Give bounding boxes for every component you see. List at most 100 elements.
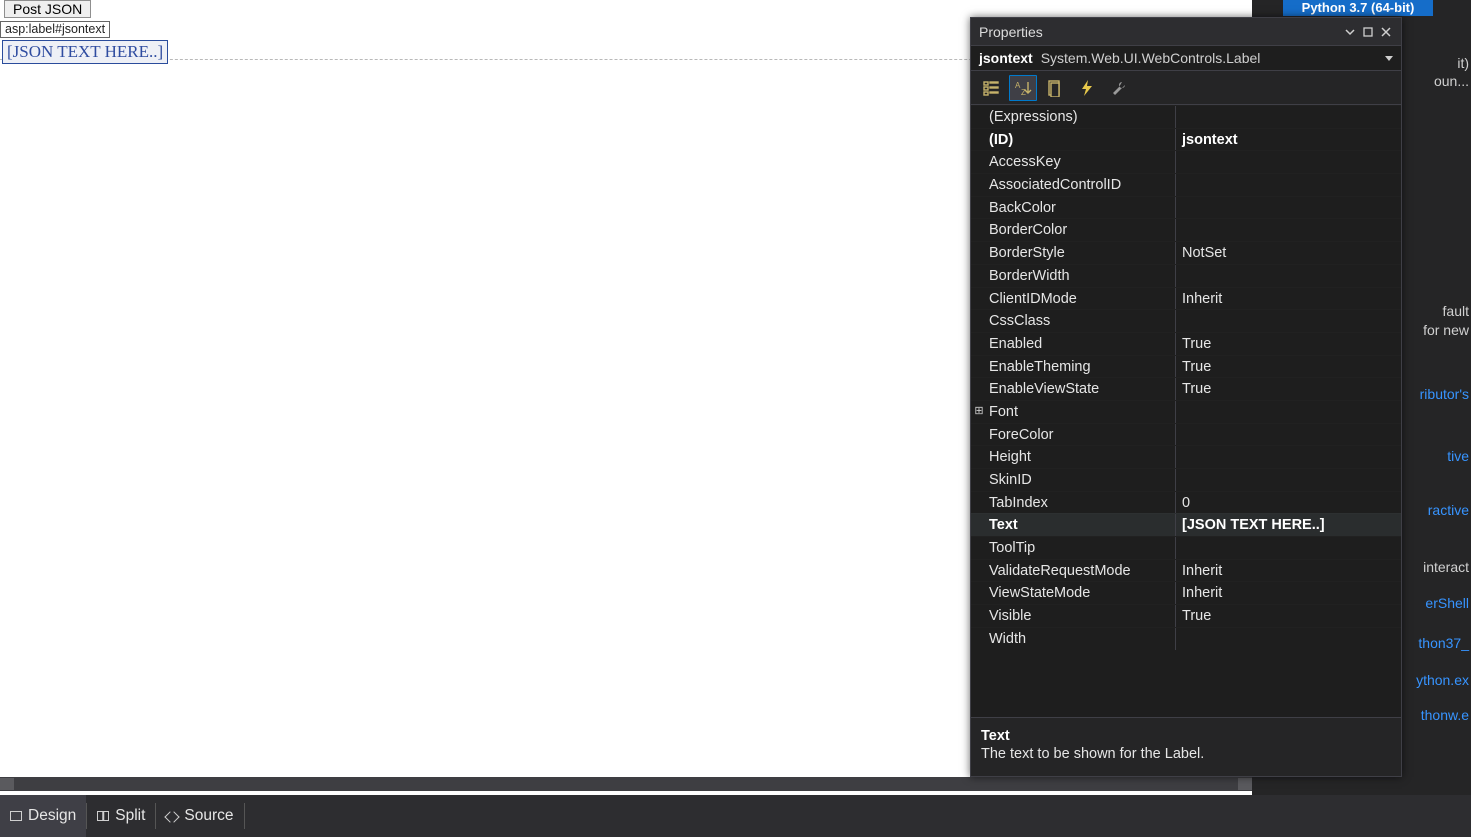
tab-design[interactable]: Design xyxy=(0,795,86,837)
events-icon[interactable] xyxy=(1073,75,1101,101)
scroll-left-button[interactable] xyxy=(0,778,14,790)
horizontal-scrollbar[interactable] xyxy=(0,777,1252,791)
property-row[interactable]: VisibleTrue xyxy=(971,604,1401,627)
tab-split[interactable]: Split xyxy=(87,795,155,837)
property-row[interactable]: ToolTip xyxy=(971,536,1401,559)
property-row[interactable]: ValidateRequestModeInherit xyxy=(971,559,1401,582)
property-grid[interactable]: (Expressions)(ID)jsontextAccessKeyAssoci… xyxy=(971,105,1401,717)
property-value[interactable] xyxy=(1175,424,1401,446)
expander-icon xyxy=(971,129,987,151)
property-row[interactable]: EnableViewStateTrue xyxy=(971,377,1401,400)
property-value[interactable] xyxy=(1175,446,1401,468)
post-json-button[interactable]: Post JSON xyxy=(4,0,91,18)
window-options-icon[interactable] xyxy=(1341,23,1359,41)
wrench-icon[interactable] xyxy=(1105,75,1133,101)
maximize-icon[interactable] xyxy=(1359,23,1377,41)
control-tag-chip[interactable]: asp:label#jsontext xyxy=(0,21,110,38)
property-row[interactable]: BorderWidth xyxy=(971,264,1401,287)
bg-text: for new xyxy=(1423,322,1469,338)
expander-icon xyxy=(971,537,987,559)
alphabetical-icon[interactable]: AZ xyxy=(1009,75,1037,101)
bg-text-link: thonw.e xyxy=(1421,707,1469,723)
property-value[interactable] xyxy=(1175,265,1401,287)
property-row[interactable]: ForeColor xyxy=(971,423,1401,446)
property-row[interactable]: (ID)jsontext xyxy=(971,128,1401,151)
bg-text-link: ython.ex xyxy=(1416,672,1469,688)
property-pages-icon[interactable] xyxy=(1041,75,1069,101)
bg-text-link: ributor's xyxy=(1420,386,1469,402)
property-value[interactable]: jsontext xyxy=(1175,129,1401,151)
property-row[interactable]: BorderStyleNotSet xyxy=(971,241,1401,264)
expander-icon xyxy=(971,242,987,264)
properties-titlebar[interactable]: Properties xyxy=(971,18,1401,45)
property-value[interactable]: [JSON TEXT HERE..] xyxy=(1175,514,1401,536)
tab-source-label: Source xyxy=(184,807,233,825)
chevron-down-icon[interactable] xyxy=(1385,56,1393,61)
property-value[interactable] xyxy=(1175,537,1401,559)
help-property-name: Text xyxy=(981,728,1391,744)
property-value[interactable] xyxy=(1175,151,1401,173)
expander-icon xyxy=(971,106,987,128)
tab-split-label: Split xyxy=(115,807,145,825)
property-row[interactable]: Width xyxy=(971,627,1401,650)
property-value[interactable] xyxy=(1175,401,1401,423)
property-row[interactable]: BackColor xyxy=(971,196,1401,219)
svg-text:Z: Z xyxy=(1021,88,1026,97)
expander-icon xyxy=(971,514,987,536)
property-row[interactable]: EnabledTrue xyxy=(971,332,1401,355)
property-value[interactable]: Inherit xyxy=(1175,560,1401,582)
property-value[interactable] xyxy=(1175,174,1401,196)
property-row[interactable]: Text[JSON TEXT HERE..] xyxy=(971,513,1401,536)
property-value[interactable]: True xyxy=(1175,356,1401,378)
expander-icon xyxy=(971,310,987,332)
property-row[interactable]: CssClass xyxy=(971,309,1401,332)
property-row[interactable]: BorderColor xyxy=(971,218,1401,241)
property-value[interactable] xyxy=(1175,219,1401,241)
close-icon[interactable] xyxy=(1377,23,1395,41)
bg-text: interact xyxy=(1423,559,1469,575)
property-row[interactable]: SkinID xyxy=(971,468,1401,491)
property-value[interactable]: True xyxy=(1175,333,1401,355)
property-value[interactable] xyxy=(1175,106,1401,128)
property-row[interactable]: ViewStateModeInherit xyxy=(971,581,1401,604)
property-value[interactable]: Inherit xyxy=(1175,582,1401,604)
property-value[interactable] xyxy=(1175,469,1401,491)
tab-source[interactable]: Source xyxy=(156,795,243,837)
property-row[interactable]: ClientIDModeInherit xyxy=(971,287,1401,310)
property-row[interactable]: (Expressions) xyxy=(971,105,1401,128)
property-value[interactable]: NotSet xyxy=(1175,242,1401,264)
property-name: BorderWidth xyxy=(987,265,1175,287)
property-row[interactable]: Height xyxy=(971,445,1401,468)
json-label-control[interactable]: [JSON TEXT HERE..] xyxy=(2,40,168,64)
property-value[interactable] xyxy=(1175,628,1401,650)
properties-toolbar: AZ xyxy=(971,71,1401,105)
property-row[interactable]: TabIndex0 xyxy=(971,491,1401,514)
property-value[interactable]: True xyxy=(1175,605,1401,627)
view-tabs-bar: Design Split Source xyxy=(0,795,1471,837)
design-view-icon xyxy=(10,811,22,821)
property-row[interactable]: EnableThemingTrue xyxy=(971,355,1401,378)
property-row[interactable]: ⊞Font xyxy=(971,400,1401,423)
object-selector-row[interactable]: jsontext System.Web.UI.WebControls.Label xyxy=(971,45,1401,71)
expander-icon xyxy=(971,492,987,514)
categorized-icon[interactable] xyxy=(977,75,1005,101)
property-name: ViewStateMode xyxy=(987,582,1175,604)
python-environment-badge[interactable]: Python 3.7 (64-bit) xyxy=(1283,0,1433,16)
properties-panel: Properties jsontext System.Web.UI.WebCon… xyxy=(970,17,1402,777)
scroll-right-button[interactable] xyxy=(1238,778,1252,790)
property-row[interactable]: AssociatedControlID xyxy=(971,173,1401,196)
property-value[interactable]: 0 xyxy=(1175,492,1401,514)
property-name: Height xyxy=(987,446,1175,468)
property-value[interactable]: True xyxy=(1175,378,1401,400)
property-value[interactable]: Inherit xyxy=(1175,288,1401,310)
bg-text-link: erShell xyxy=(1425,595,1469,611)
expander-icon[interactable]: ⊞ xyxy=(971,401,987,423)
property-name: AssociatedControlID xyxy=(987,174,1175,196)
property-value[interactable] xyxy=(1175,197,1401,219)
expander-icon xyxy=(971,446,987,468)
property-name: BorderStyle xyxy=(987,242,1175,264)
property-row[interactable]: AccessKey xyxy=(971,150,1401,173)
property-name: BorderColor xyxy=(987,219,1175,241)
property-name: Width xyxy=(987,628,1175,650)
property-value[interactable] xyxy=(1175,310,1401,332)
